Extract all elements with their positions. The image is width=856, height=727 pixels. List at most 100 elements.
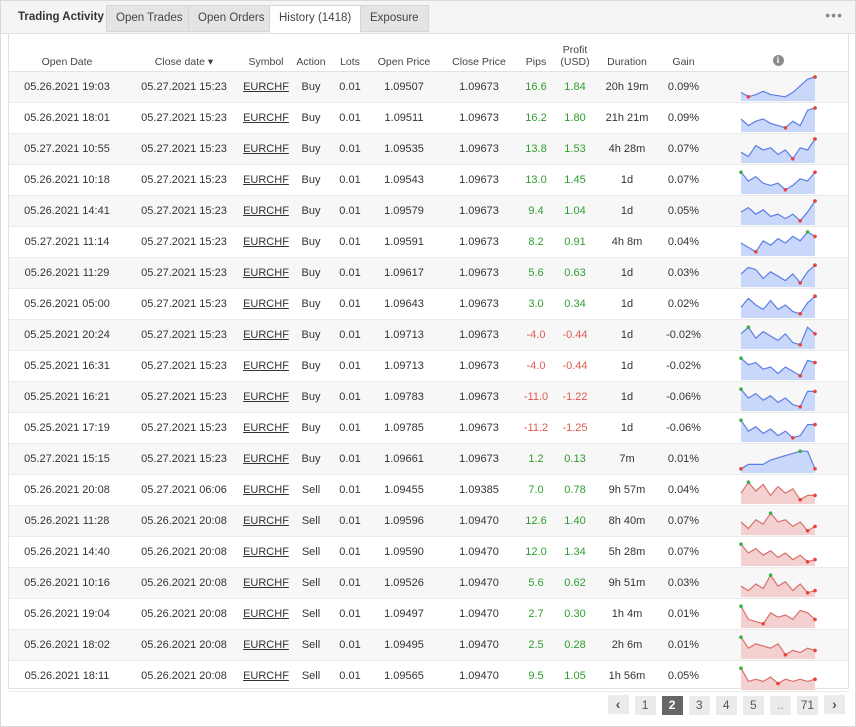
- sparkline-last-marker: [813, 263, 817, 267]
- col-lots[interactable]: Lots: [333, 33, 367, 72]
- page-3-button[interactable]: 3: [688, 696, 710, 715]
- cell-profit: -1.22: [555, 381, 595, 413]
- cell-close-date: 05.27.2021 15:23: [125, 226, 243, 258]
- cell-sparkline: [708, 71, 848, 103]
- col-gain[interactable]: Gain: [659, 33, 708, 72]
- cell-symbol[interactable]: EURCHF: [243, 102, 289, 134]
- cell-duration: 5h 28m: [595, 536, 659, 568]
- prev-page-button[interactable]: ‹: [607, 695, 629, 714]
- col-close-price[interactable]: Close Price: [441, 33, 517, 72]
- col-profit[interactable]: Profit (USD): [555, 33, 595, 72]
- col-pips[interactable]: Pips: [517, 33, 555, 72]
- cell-symbol[interactable]: EURCHF: [243, 257, 289, 289]
- sparkline-last-marker: [813, 234, 817, 239]
- col-close-date[interactable]: Close date ▾: [125, 33, 243, 72]
- cell-sparkline: [708, 288, 848, 320]
- cell-symbol[interactable]: EURCHF: [243, 288, 289, 320]
- page-2-button[interactable]: 2: [661, 696, 683, 715]
- page-last-button[interactable]: 71: [796, 696, 818, 715]
- tab-exposure[interactable]: Exposure: [360, 5, 429, 32]
- cell-symbol[interactable]: EURCHF: [243, 660, 289, 692]
- cell-symbol[interactable]: EURCHF: [243, 319, 289, 351]
- cell-symbol[interactable]: EURCHF: [243, 474, 289, 506]
- col-open-price[interactable]: Open Price: [367, 33, 441, 72]
- cell-gain: 0.01%: [659, 629, 708, 661]
- tab-open-trades[interactable]: Open Trades: [106, 5, 193, 32]
- sparkline-chart: [739, 449, 817, 473]
- table-row: 05.27.2021 11:14 05.27.2021 15:23 EURCHF Bu…: [9, 226, 848, 258]
- cell-open-price: 1.09526: [367, 567, 441, 599]
- cell-action: Buy: [289, 443, 333, 475]
- cell-symbol[interactable]: EURCHF: [243, 133, 289, 165]
- more-dots-icon[interactable]: •••: [825, 7, 843, 23]
- sparkline-min-marker: [798, 374, 802, 378]
- col-duration[interactable]: Duration: [595, 33, 659, 72]
- cell-close-date: 05.27.2021 15:23: [125, 164, 243, 196]
- tab-history[interactable]: History (1418): [269, 5, 362, 33]
- cell-symbol[interactable]: EURCHF: [243, 567, 289, 599]
- cell-open-date: 05.25.2021 17:19: [9, 412, 125, 444]
- cell-lots: 0.01: [333, 195, 367, 227]
- cell-symbol[interactable]: EURCHF: [243, 443, 289, 475]
- cell-open-date: 05.25.2021 20:24: [9, 319, 125, 351]
- cell-symbol[interactable]: EURCHF: [243, 164, 289, 196]
- cell-open-price: 1.09590: [367, 536, 441, 568]
- cell-close-price: 1.09673: [441, 102, 517, 134]
- cell-close-price: 1.09673: [441, 257, 517, 289]
- sparkline-chart: [739, 635, 817, 659]
- sparkline-last-marker: [813, 524, 817, 529]
- cell-lots: 0.01: [333, 288, 367, 320]
- cell-symbol[interactable]: EURCHF: [243, 350, 289, 382]
- cell-lots: 0.01: [333, 164, 367, 196]
- cell-symbol[interactable]: EURCHF: [243, 381, 289, 413]
- sparkline-area: [741, 77, 815, 101]
- cell-gain: 0.07%: [659, 536, 708, 568]
- cell-action: Buy: [289, 164, 333, 196]
- cell-close-price: 1.09385: [441, 474, 517, 506]
- page-4-button[interactable]: 4: [715, 696, 737, 715]
- sparkline-chart: [739, 666, 817, 690]
- cell-gain: -0.02%: [659, 319, 708, 351]
- cell-sparkline: [708, 350, 848, 382]
- cell-duration: 1d: [595, 195, 659, 227]
- cell-symbol[interactable]: EURCHF: [243, 71, 289, 103]
- cell-close-price: 1.09673: [441, 319, 517, 351]
- cell-open-date: 05.25.2021 16:21: [9, 381, 125, 413]
- cell-symbol[interactable]: EURCHF: [243, 505, 289, 537]
- cell-symbol[interactable]: EURCHF: [243, 629, 289, 661]
- sparkline-max-marker: [798, 449, 802, 453]
- col-chart: i: [708, 33, 848, 72]
- table-row: 05.26.2021 20:08 05.27.2021 06:06 EURCHF Se…: [9, 474, 848, 506]
- cell-symbol[interactable]: EURCHF: [243, 598, 289, 630]
- next-page-button[interactable]: ›: [824, 695, 845, 714]
- cell-open-price: 1.09579: [367, 195, 441, 227]
- cell-symbol[interactable]: EURCHF: [243, 412, 289, 444]
- cell-symbol[interactable]: EURCHF: [243, 536, 289, 568]
- page-5-button[interactable]: 5: [742, 696, 764, 715]
- sparkline-min-marker: [805, 529, 810, 533]
- cell-profit: -1.25: [555, 412, 595, 444]
- table-row: 05.27.2021 15:15 05.27.2021 15:23 EURCHF Bu…: [9, 443, 848, 475]
- cell-open-price: 1.09785: [367, 412, 441, 444]
- sparkline-last-marker: [813, 557, 817, 562]
- cell-close-price: 1.09470: [441, 505, 517, 537]
- cell-sparkline: [708, 319, 848, 351]
- cell-open-price: 1.09543: [367, 164, 441, 196]
- cell-lots: 0.01: [333, 629, 367, 661]
- col-action[interactable]: Action: [289, 33, 333, 72]
- tab-open-orders[interactable]: Open Orders: [188, 5, 275, 32]
- col-symbol[interactable]: Symbol: [243, 33, 289, 72]
- sparkline-last-marker: [813, 332, 817, 336]
- cell-open-price: 1.09713: [367, 319, 441, 351]
- info-icon[interactable]: i: [772, 55, 784, 66]
- cell-symbol[interactable]: EURCHF: [243, 226, 289, 258]
- cell-lots: 0.01: [333, 257, 367, 289]
- sparkline-chart: [739, 170, 817, 194]
- col-open-date[interactable]: Open Date: [9, 33, 125, 72]
- cell-symbol[interactable]: EURCHF: [243, 195, 289, 227]
- page-1-button[interactable]: 1: [634, 696, 656, 715]
- cell-gain: 0.07%: [659, 164, 708, 196]
- cell-gain: 0.05%: [659, 195, 708, 227]
- cell-close-date: 05.27.2021 15:23: [125, 257, 243, 289]
- cell-pips: -11.0: [517, 381, 555, 413]
